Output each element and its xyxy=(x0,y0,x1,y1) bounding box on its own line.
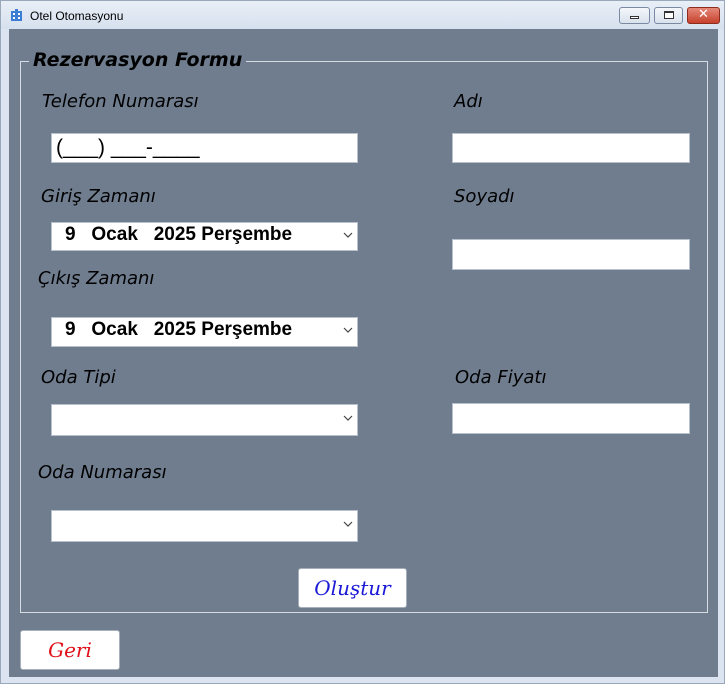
back-button[interactable]: Geri xyxy=(20,630,120,670)
create-button-label: Oluştur xyxy=(314,576,391,600)
chevron-down-icon[interactable] xyxy=(343,413,353,423)
close-icon: ✕ xyxy=(698,7,709,22)
phone-input[interactable]: (___) ___-____ xyxy=(51,133,358,163)
phone-label: Telefon Numarası xyxy=(42,91,199,112)
groupbox-title: Rezervasyon Formu xyxy=(29,49,247,71)
room-type-label: Oda Tipi xyxy=(41,367,116,388)
hotel-app-icon xyxy=(11,9,22,21)
window-title: Otel Otomasyonu xyxy=(30,9,124,23)
checkout-label: Çıkış Zamanı xyxy=(38,268,155,289)
checkin-value: 9 Ocak 2025 Perşembe xyxy=(65,224,293,245)
room-number-combobox[interactable] xyxy=(51,510,358,542)
room-price-input[interactable] xyxy=(452,403,690,434)
create-reservation-button[interactable]: Oluştur xyxy=(298,568,407,608)
room-price-label: Oda Fiyatı xyxy=(455,367,547,388)
maximize-icon xyxy=(664,11,674,19)
back-button-label: Geri xyxy=(48,638,92,662)
close-button[interactable]: ✕ xyxy=(687,7,720,24)
form-client-area: Rezervasyon Formu Telefon Numarası (___)… xyxy=(9,29,718,677)
maximize-button[interactable] xyxy=(654,7,683,24)
checkout-datepicker[interactable]: 9 Ocak 2025 Perşembe xyxy=(51,317,358,347)
first-name-input[interactable] xyxy=(452,133,690,163)
checkout-value: 9 Ocak 2025 Perşembe xyxy=(65,319,293,340)
checkin-label: Giriş Zamanı xyxy=(41,186,156,207)
last-name-label: Soyadı xyxy=(454,186,515,207)
chevron-down-icon[interactable] xyxy=(343,230,353,240)
room-number-label: Oda Numarası xyxy=(38,462,167,483)
title-bar[interactable]: Otel Otomasyonu ✕ xyxy=(1,1,724,29)
last-name-input[interactable] xyxy=(452,239,690,270)
app-window: Otel Otomasyonu ✕ Rezervasyon Formu Tele… xyxy=(0,0,725,684)
checkin-datepicker[interactable]: 9 Ocak 2025 Perşembe xyxy=(51,222,358,251)
phone-mask-text: (___) ___-____ xyxy=(56,136,200,159)
minimize-icon xyxy=(630,16,639,19)
first-name-label: Adı xyxy=(454,91,483,112)
minimize-button[interactable] xyxy=(619,7,650,24)
chevron-down-icon[interactable] xyxy=(343,519,353,529)
chevron-down-icon[interactable] xyxy=(343,325,353,335)
room-type-combobox[interactable] xyxy=(51,404,358,436)
